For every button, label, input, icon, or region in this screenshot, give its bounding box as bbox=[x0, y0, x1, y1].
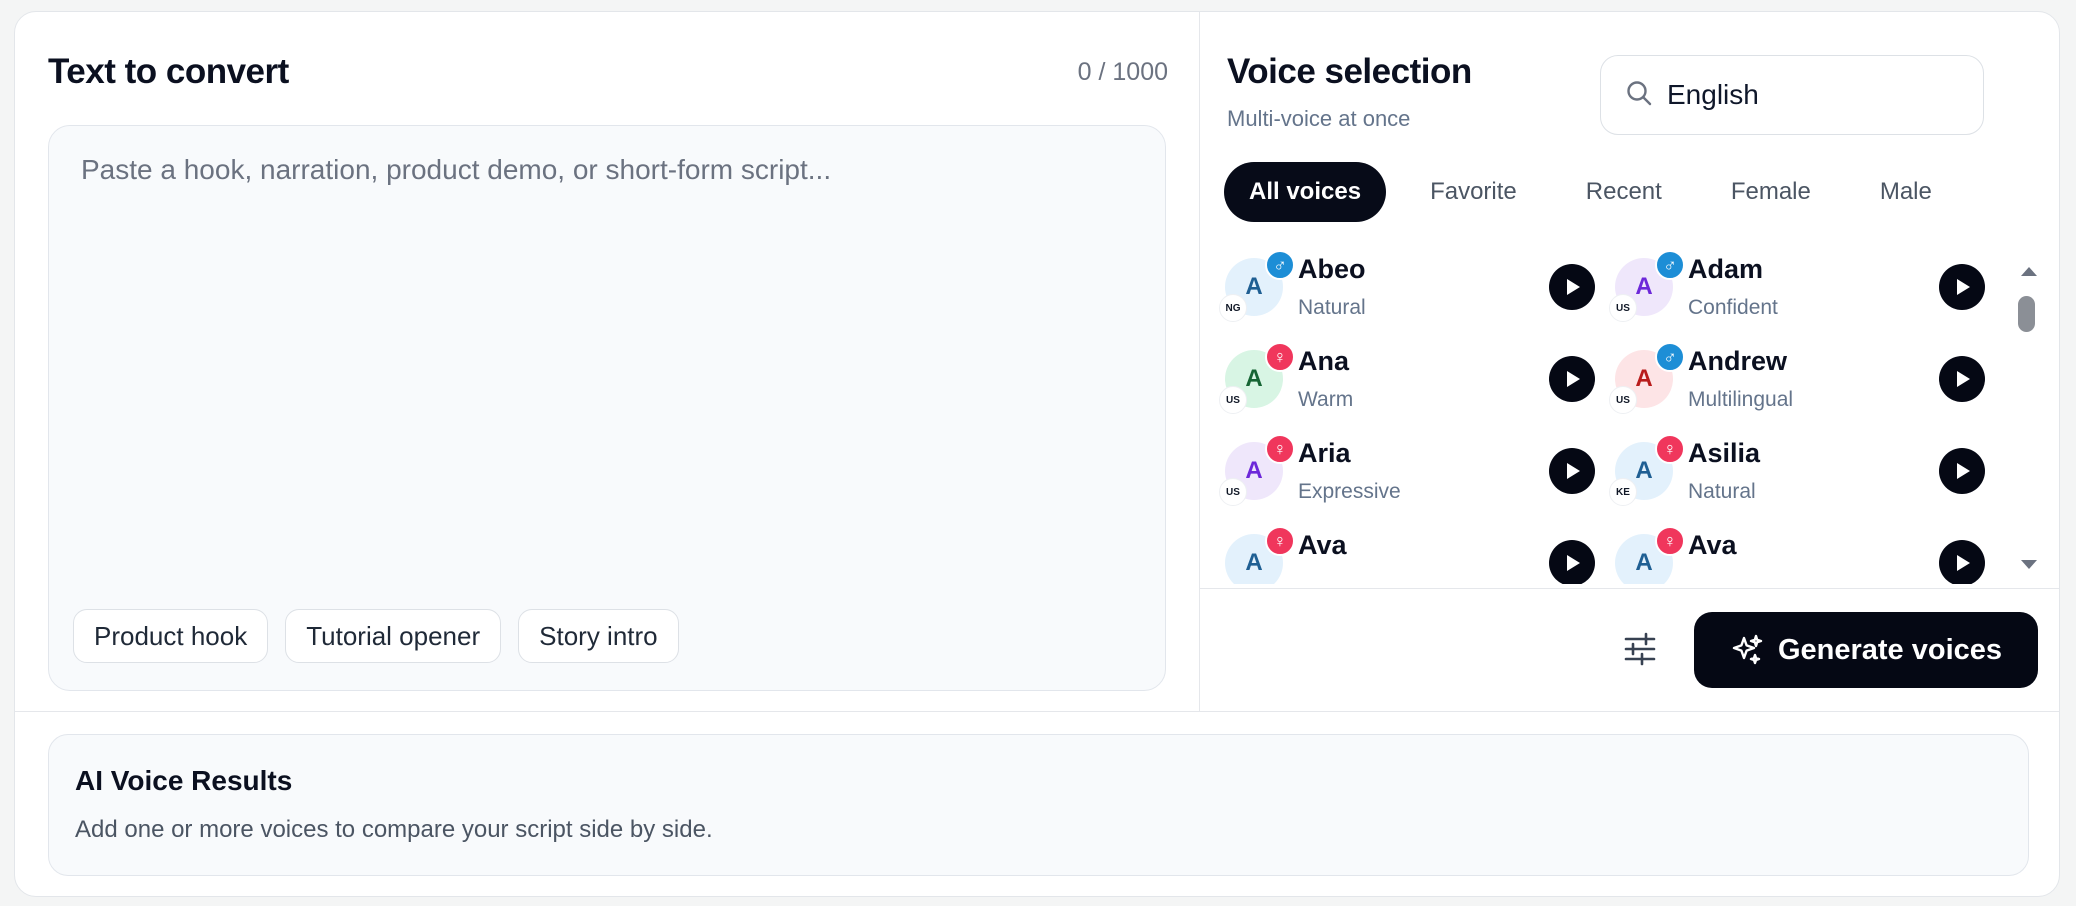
generate-voices-label: Generate voices bbox=[1777, 633, 2003, 666]
voice-name: Abeo bbox=[1298, 254, 1366, 284]
play-icon[interactable] bbox=[1939, 264, 1985, 310]
male-symbol-icon: ♂ bbox=[1265, 250, 1295, 280]
main-card: Text to convert 0 / 1000 Product hook Tu… bbox=[14, 11, 2060, 897]
voice-name: Andrew bbox=[1688, 346, 1788, 376]
voice-name: Aria bbox=[1298, 438, 1351, 468]
text-input-pane: Text to convert 0 / 1000 Product hook Tu… bbox=[15, 12, 1200, 712]
results-subtitle: Add one or more voices to compare your s… bbox=[75, 816, 713, 843]
generate-voices-button[interactable]: Generate voices bbox=[1694, 612, 2038, 688]
play-icon[interactable] bbox=[1549, 356, 1595, 402]
play-icon[interactable] bbox=[1549, 264, 1595, 310]
character-counter: 0 / 1000 bbox=[1077, 58, 1168, 86]
sparkles-icon bbox=[1730, 633, 1764, 667]
tab-all-voices[interactable]: All voices bbox=[1224, 162, 1387, 222]
scroll-up-arrow-icon[interactable] bbox=[2021, 267, 2037, 276]
voice-style: Multilingual bbox=[1688, 388, 1794, 411]
chip-tutorial-opener[interactable]: Tutorial opener bbox=[285, 609, 502, 663]
voice-item[interactable]: A ♀ Ava bbox=[1200, 526, 1595, 584]
voice-name: Ava bbox=[1298, 530, 1347, 560]
play-icon[interactable] bbox=[1939, 540, 1985, 584]
voice-item[interactable]: A US ♂ Adam Confident bbox=[1590, 250, 1985, 342]
search-input[interactable] bbox=[1667, 79, 1947, 111]
voice-item[interactable]: A ♀ Ava bbox=[1590, 526, 1985, 584]
voice-style: Warm bbox=[1298, 388, 1354, 411]
results-title: AI Voice Results bbox=[75, 765, 293, 796]
play-icon[interactable] bbox=[1549, 540, 1595, 584]
chip-product-hook[interactable]: Product hook bbox=[73, 609, 269, 663]
voice-style: Confident bbox=[1688, 296, 1778, 319]
voice-section-subtitle: Multi-voice at once bbox=[1227, 106, 1411, 131]
voice-item[interactable]: A NG ♂ Abeo Natural bbox=[1200, 250, 1595, 342]
scroll-down-arrow-icon[interactable] bbox=[2021, 560, 2037, 569]
country-badge: US bbox=[1609, 294, 1637, 322]
voice-name: Adam bbox=[1688, 254, 1764, 284]
voice-name: Ana bbox=[1298, 346, 1350, 376]
voice-style: Natural bbox=[1298, 296, 1366, 319]
voice-style: Expressive bbox=[1298, 480, 1401, 503]
voice-item[interactable]: A US ♀ Aria Expressive bbox=[1200, 434, 1595, 526]
voice-style: Natural bbox=[1688, 480, 1756, 503]
text-section-title: Text to convert bbox=[48, 52, 289, 91]
voice-list-scrollbar[interactable] bbox=[2014, 267, 2042, 577]
voice-filter-tabs: All voices Favorite Recent Female Male bbox=[1224, 162, 1976, 222]
male-symbol-icon: ♂ bbox=[1655, 250, 1685, 280]
footer-divider bbox=[1200, 588, 2059, 589]
country-badge: KE bbox=[1609, 478, 1637, 506]
play-icon[interactable] bbox=[1549, 448, 1595, 494]
chip-story-intro[interactable]: Story intro bbox=[518, 609, 679, 663]
country-badge: US bbox=[1609, 386, 1637, 414]
country-badge: US bbox=[1219, 386, 1247, 414]
voice-list: A NG ♂ Abeo Natural A US ♂ Adam Confident A US ♀ Ana W… bbox=[1200, 250, 2000, 584]
search-icon bbox=[1625, 79, 1653, 112]
sliders-icon[interactable] bbox=[1620, 629, 1660, 669]
play-icon[interactable] bbox=[1939, 448, 1985, 494]
voice-name: Ava bbox=[1688, 530, 1737, 560]
voice-name: Asilia bbox=[1688, 438, 1761, 468]
voice-item[interactable]: A US ♀ Ana Warm bbox=[1200, 342, 1595, 434]
section-divider bbox=[15, 711, 2059, 712]
script-input-box: Product hook Tutorial opener Story intro bbox=[48, 125, 1166, 691]
country-badge: NG bbox=[1219, 294, 1247, 322]
male-symbol-icon: ♂ bbox=[1655, 342, 1685, 372]
script-textarea[interactable] bbox=[49, 126, 1165, 546]
voice-item[interactable]: A US ♂ Andrew Multilingual bbox=[1590, 342, 1985, 434]
voice-section-title: Voice selection bbox=[1227, 52, 1472, 91]
scroll-thumb[interactable] bbox=[2018, 296, 2035, 332]
female-symbol-icon: ♀ bbox=[1265, 342, 1295, 372]
voice-item[interactable]: A KE ♀ Asilia Natural bbox=[1590, 434, 1985, 526]
female-symbol-icon: ♀ bbox=[1265, 434, 1295, 464]
results-panel: AI Voice Results Add one or more voices … bbox=[48, 734, 2029, 876]
tab-male[interactable]: Male bbox=[1855, 162, 1957, 222]
country-badge: US bbox=[1219, 478, 1247, 506]
template-chips: Product hook Tutorial opener Story intro bbox=[73, 609, 679, 663]
tab-recent[interactable]: Recent bbox=[1561, 162, 1687, 222]
language-search[interactable] bbox=[1600, 55, 1984, 135]
tab-favorite[interactable]: Favorite bbox=[1405, 162, 1542, 222]
female-symbol-icon: ♀ bbox=[1265, 526, 1295, 556]
female-symbol-icon: ♀ bbox=[1655, 526, 1685, 556]
play-icon[interactable] bbox=[1939, 356, 1985, 402]
tab-female[interactable]: Female bbox=[1706, 162, 1836, 222]
female-symbol-icon: ♀ bbox=[1655, 434, 1685, 464]
